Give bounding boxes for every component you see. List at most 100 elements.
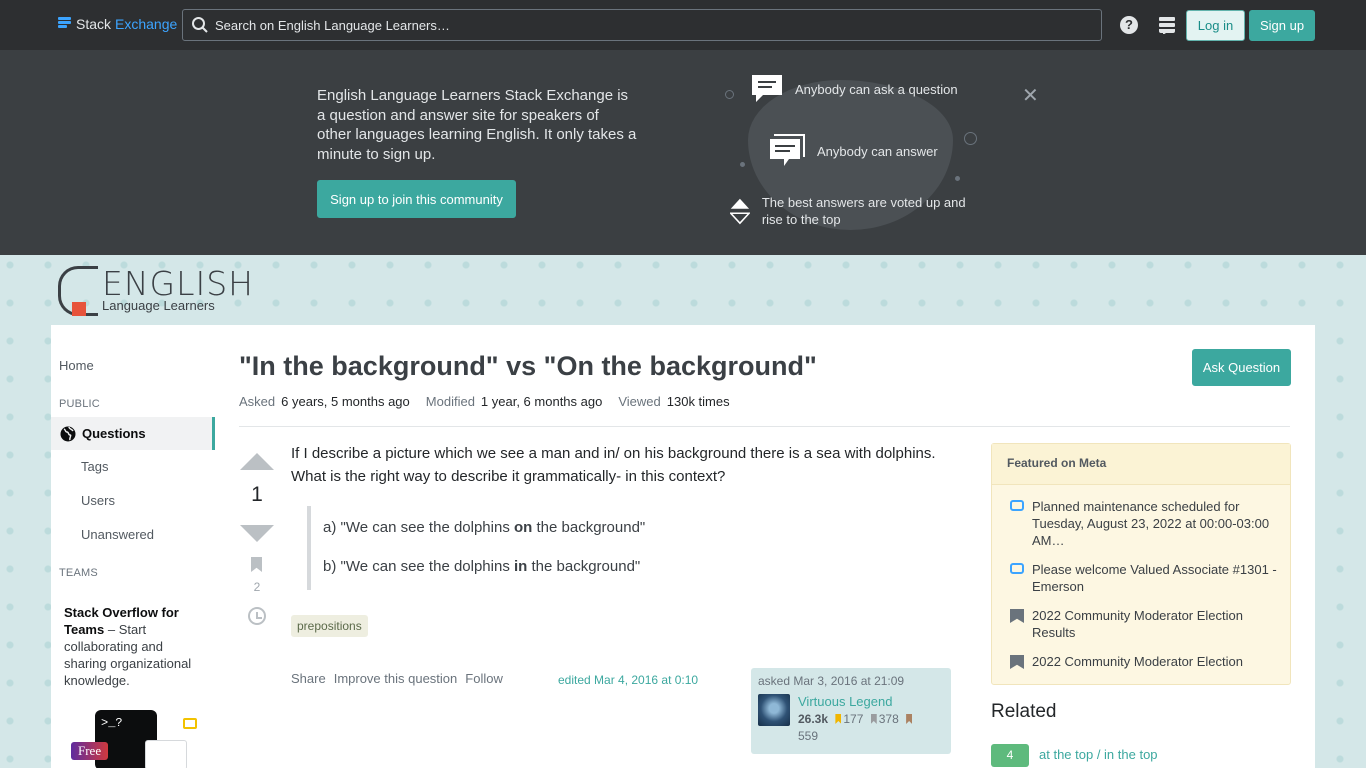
title-divider — [239, 426, 1290, 427]
bronze-badge-icon — [906, 714, 913, 724]
globe-icon — [60, 426, 76, 441]
asker-user-card: asked Mar 3, 2016 at 21:09 Virtuous Lege… — [751, 668, 951, 754]
improve-link[interactable]: Improve this question — [334, 671, 458, 686]
featured-item[interactable]: 2022 Community Moderator Election — [1010, 653, 1280, 670]
free-badge[interactable]: Free — [71, 742, 109, 760]
vote-arrows-icon — [730, 198, 750, 225]
close-icon[interactable]: ✕ — [1022, 83, 1039, 108]
sidebar-item-questions-label: Questions — [82, 426, 146, 441]
search-icon — [192, 17, 208, 33]
question-body: If I describe a picture which we see a m… — [291, 445, 936, 485]
logo-exchange-text: Exchange — [115, 16, 178, 32]
quote-b-end: the background" — [527, 558, 641, 575]
meta-asked-value: 6 years, 5 months ago — [281, 394, 410, 409]
stackexchange-logo[interactable]: Stack Exchange — [58, 16, 177, 32]
site-switcher-icon[interactable] — [1158, 16, 1176, 39]
meta-bookmark-icon — [1010, 609, 1024, 623]
related-title: Related — [991, 701, 1057, 722]
hero-description: English Language Learners Stack Exchange… — [317, 87, 637, 163]
logo-ribbon-icon — [72, 302, 86, 316]
featured-item[interactable]: Planned maintenance scheduled for Tuesda… — [1010, 498, 1280, 549]
chat-bubble-icon — [183, 718, 197, 729]
logo-stack-text: Stack — [76, 16, 112, 32]
sidebar-item-questions[interactable]: Questions — [51, 417, 215, 450]
follow-link[interactable]: Follow — [465, 671, 503, 686]
related-score-badge: 4 — [991, 744, 1029, 767]
meta-asked: Asked 6 years, 5 months ago — [239, 394, 410, 409]
silver-badge-icon — [870, 714, 877, 724]
featured-item[interactable]: 2022 Community Moderator Election Result… — [1010, 607, 1280, 641]
meta-modified: Modified 1 year, 6 months ago — [426, 394, 603, 409]
sidebar-section-public: PUBLIC — [59, 398, 100, 410]
featured-item-text[interactable]: 2022 Community Moderator Election — [1032, 653, 1243, 670]
meta-modified-value[interactable]: 1 year, 6 months ago — [481, 394, 602, 409]
site-logo[interactable]: ENGLISH Language Learners — [58, 264, 253, 319]
bookmark-count: 2 — [253, 580, 261, 594]
share-link[interactable]: Share — [291, 671, 326, 686]
hero-item-answer-text: Anybody can answer — [817, 143, 938, 159]
hero-item-ask: Anybody can ask a question — [751, 74, 958, 104]
ask-question-button[interactable]: Ask Question — [1192, 349, 1291, 386]
top-bar: StackExchange ? Log in Sign up — [0, 0, 1366, 50]
stackexchange-icon — [58, 17, 72, 31]
blockquote: a) "We can see the dolphins on the backg… — [307, 506, 947, 590]
bookmark-icon[interactable] — [251, 557, 262, 572]
featured-item[interactable]: Please welcome Valued Associate #1301 - … — [1010, 561, 1280, 595]
silver-badge-count: 378 — [878, 712, 899, 726]
featured-title: Featured on Meta — [992, 444, 1290, 485]
sidebar-item-users[interactable]: Users — [81, 493, 115, 508]
search-input[interactable] — [215, 17, 1075, 33]
signup-button[interactable]: Sign up — [1249, 10, 1315, 41]
meta-asked-label: Asked — [239, 394, 276, 409]
vote-count: 1 — [251, 483, 263, 506]
left-sidebar: Home PUBLIC Questions Tags Users Unanswe… — [51, 325, 215, 768]
upvote-icon[interactable] — [240, 453, 274, 470]
quote-option-a: a) "We can see the dolphins on the backg… — [323, 519, 645, 536]
teams-promo: Stack Overflow for Teams – Start collabo… — [64, 604, 204, 689]
decor-dot — [955, 176, 960, 181]
featured-on-meta: Featured on Meta Planned maintenance sch… — [991, 443, 1291, 685]
meta-viewed-value: 130k times — [666, 394, 730, 409]
sidebar-item-unanswered[interactable]: Unanswered — [81, 527, 154, 542]
signup-hero-banner: English Language Learners Stack Exchange… — [0, 50, 1366, 255]
meta-modified-label: Modified — [425, 394, 475, 409]
join-community-button[interactable]: Sign up to join this community — [317, 180, 516, 218]
related-question-link[interactable]: at the top / in the top — [1039, 747, 1158, 762]
featured-item-text[interactable]: Planned maintenance scheduled for Tuesda… — [1032, 498, 1280, 549]
help-icon[interactable]: ? — [1120, 16, 1138, 34]
gold-badge-count: 177 — [843, 712, 864, 726]
decor-dot — [740, 162, 745, 167]
meta-bookmark-icon — [1010, 655, 1024, 669]
edited-link[interactable]: edited Mar 4, 2016 at 0:10 — [558, 673, 698, 687]
card-icon — [145, 740, 187, 768]
hero-item-ask-text: Anybody can ask a question — [795, 81, 958, 97]
login-button[interactable]: Log in — [1186, 10, 1245, 41]
question-main: "In the background" vs "On the backgroun… — [215, 325, 1315, 768]
search-bar[interactable] — [182, 9, 1102, 41]
sidebar-item-home[interactable]: Home — [59, 358, 94, 373]
history-icon[interactable] — [248, 607, 266, 625]
user-reputation: 26.3k 177 378 559 — [798, 711, 948, 745]
post-menu: Share Improve this question Follow — [291, 671, 503, 686]
gold-badge-icon — [835, 714, 842, 724]
meta-viewed: Viewed 130k times — [618, 394, 729, 409]
quote-option-b: b) "We can see the dolphins in the backg… — [323, 558, 640, 575]
meta-viewed-label: Viewed — [618, 394, 661, 409]
bronze-badge-count: 559 — [798, 729, 819, 743]
quote-a-bold: on — [514, 519, 533, 536]
decor-circle — [725, 90, 734, 99]
meta-chat-icon — [1010, 500, 1024, 511]
user-name-link[interactable]: Virtuous Legend — [798, 694, 892, 709]
quote-b-bold: in — [514, 558, 528, 575]
featured-item-text[interactable]: Please welcome Valued Associate #1301 - … — [1032, 561, 1280, 595]
answer-bubble-icon — [770, 134, 805, 166]
downvote-icon[interactable] — [240, 525, 274, 542]
decor-circle — [964, 132, 977, 145]
meta-chat-icon — [1010, 563, 1024, 574]
avatar[interactable] — [758, 694, 790, 726]
question-title[interactable]: "In the background" vs "On the backgroun… — [239, 351, 1139, 382]
sidebar-item-tags[interactable]: Tags — [81, 459, 108, 474]
featured-item-text[interactable]: 2022 Community Moderator Election Result… — [1032, 607, 1280, 641]
reputation-score: 26.3k — [798, 712, 829, 726]
tag-prepositions[interactable]: prepositions — [291, 615, 368, 637]
